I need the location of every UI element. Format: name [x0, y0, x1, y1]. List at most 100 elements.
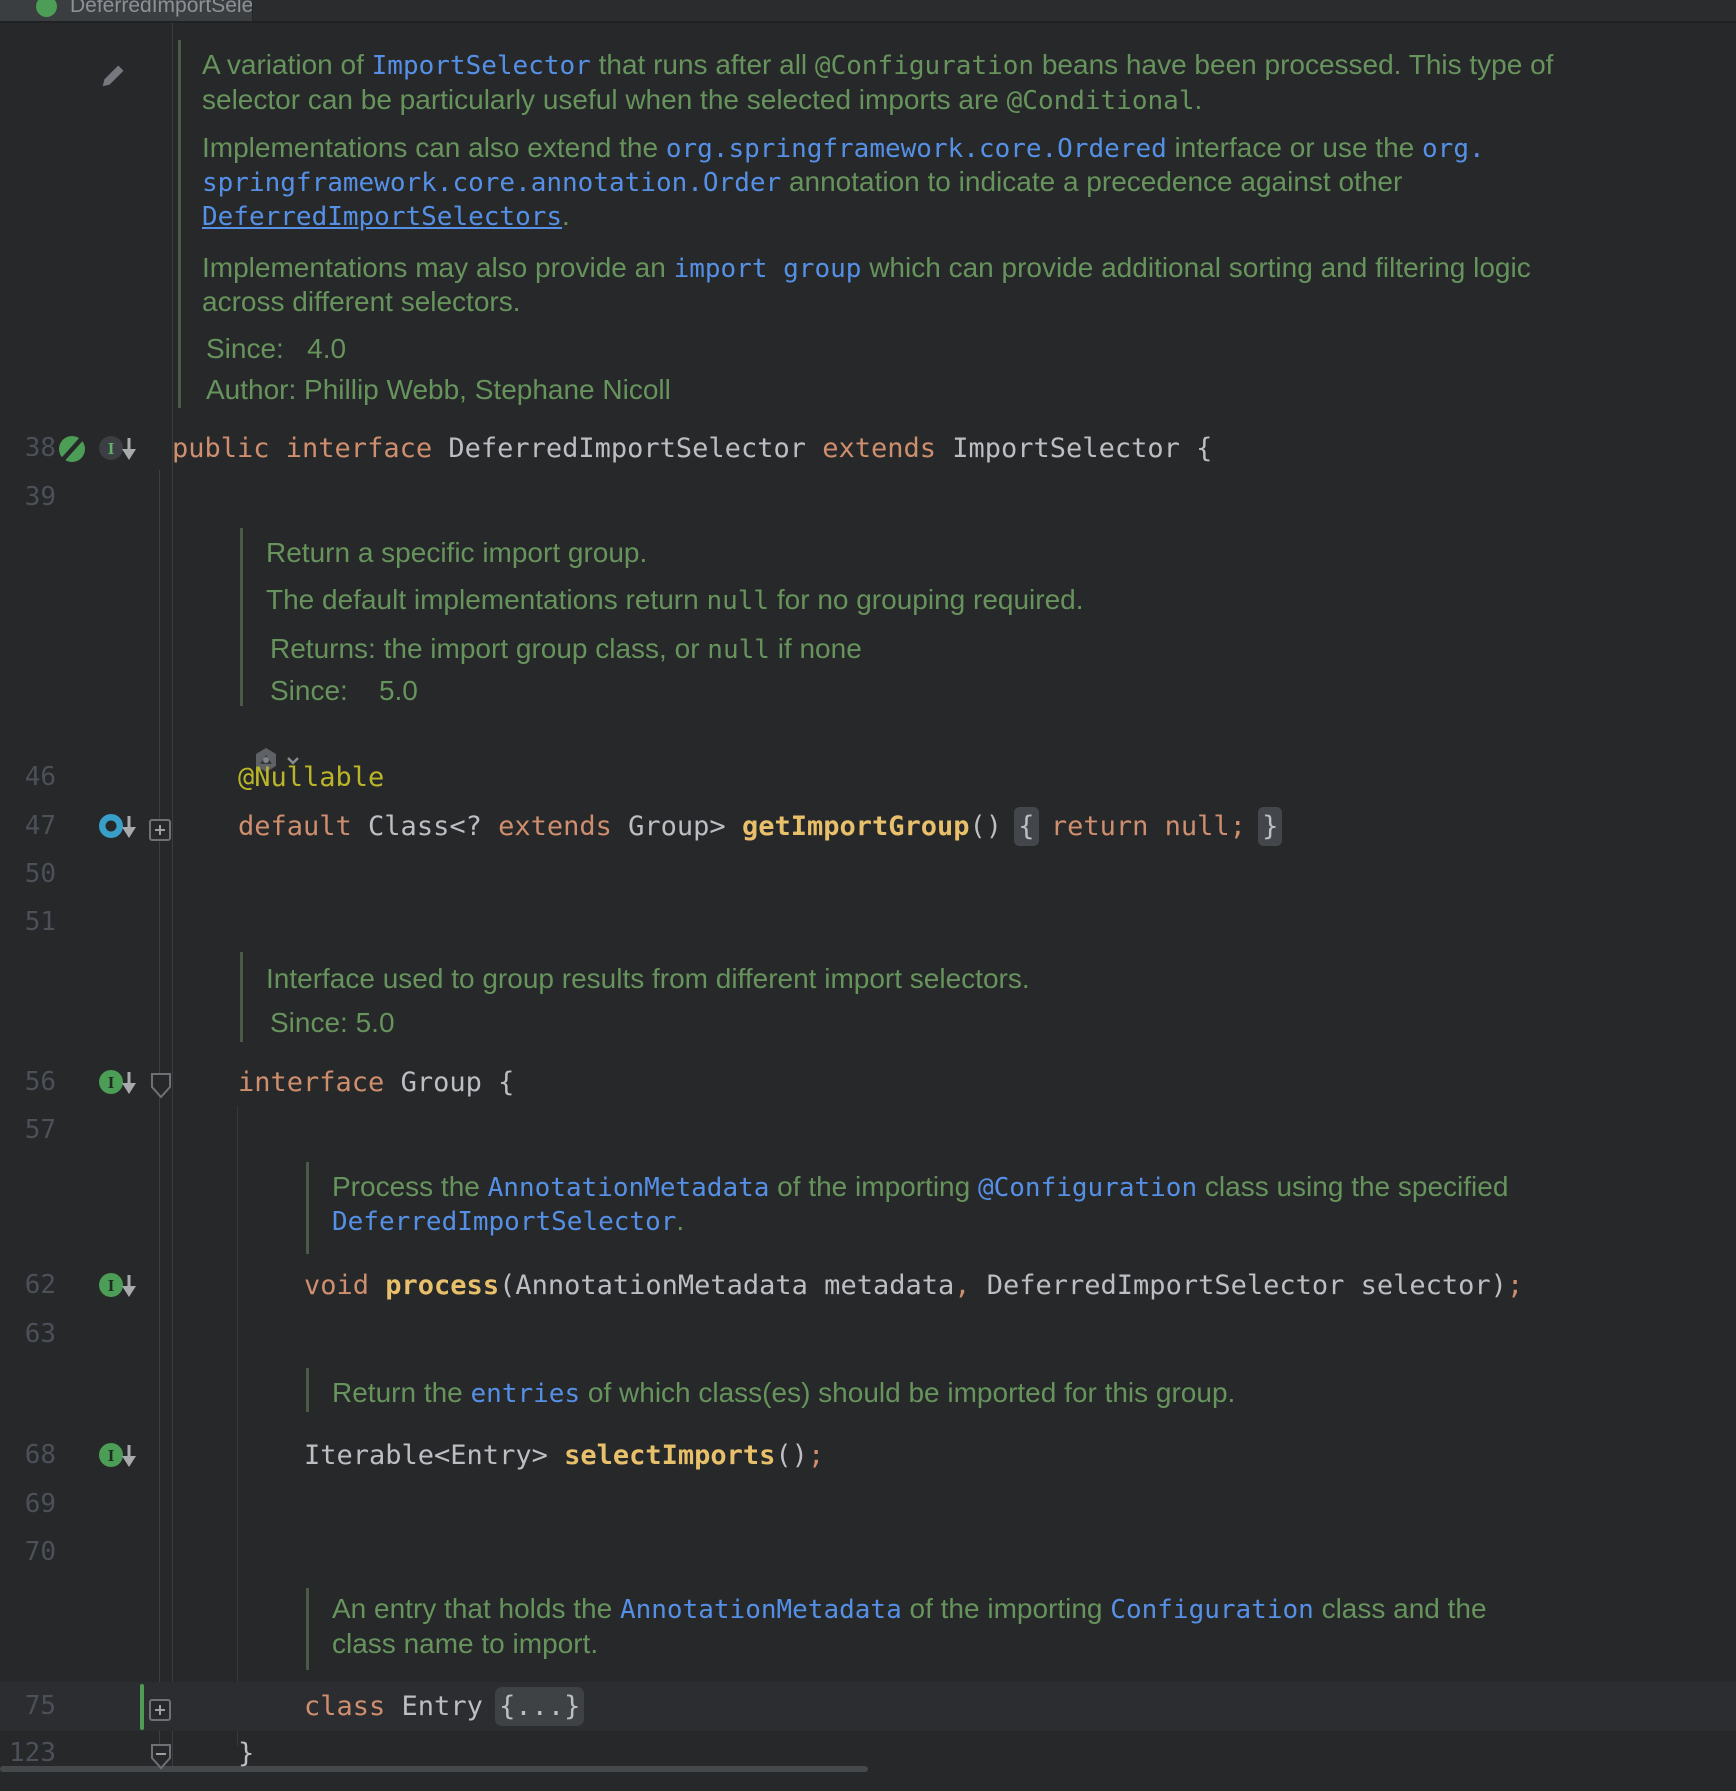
code-line-123[interactable]: 123}	[0, 1729, 1736, 1778]
line-number-70[interactable]: 70	[0, 1528, 56, 1577]
doc-text-run: of the importing	[902, 1593, 1111, 1624]
code-line-38[interactable]: 38Ipublic interface DeferredImportSelect…	[0, 424, 1736, 473]
shield-icon[interactable]	[148, 1071, 174, 1097]
svg-text:I: I	[108, 1446, 115, 1465]
javadoc-line: DeferredImportSelector.	[332, 1203, 684, 1238]
doc-text-run: Since: 4.0	[206, 333, 346, 364]
doc-text-run: org.springframework.core.Ordered	[666, 134, 1167, 164]
javadoc-line: Since: 4.0	[206, 331, 346, 366]
doc-text-run: Since: 5.0	[270, 1007, 395, 1038]
implementations-dark-icon[interactable]: I	[96, 432, 140, 466]
code-line-70[interactable]: 70	[0, 1528, 1736, 1577]
svg-text:I: I	[108, 1276, 115, 1295]
line-number-38[interactable]: 38	[0, 424, 56, 473]
code-line-39[interactable]: 39	[0, 473, 1736, 522]
line-number-46[interactable]: 46	[0, 753, 56, 802]
line-number-69[interactable]: 69	[0, 1480, 56, 1529]
line-number-39[interactable]: 39	[0, 473, 56, 522]
line-number-57[interactable]: 57	[0, 1106, 56, 1155]
javadoc-line: An entry that holds the AnnotationMetada…	[332, 1591, 1487, 1626]
implemented-teal-icon[interactable]	[96, 810, 140, 844]
token-m: selectImports	[564, 1440, 775, 1471]
code-line-75[interactable]: 75 class Entry {...}	[0, 1682, 1736, 1731]
javadoc-line: Process the AnnotationMetadata of the im…	[332, 1169, 1508, 1204]
implementations-green-icon[interactable]: I	[96, 1066, 140, 1100]
spring-leaf-icon[interactable]	[56, 432, 90, 466]
doc-text-run: if none	[770, 633, 862, 664]
token-id: Class<?	[368, 811, 498, 842]
doc-text-run: null	[707, 635, 770, 665]
code-text-75: class Entry {...}	[304, 1682, 580, 1731]
code-text-62: void process(AnnotationMetadata metadata…	[304, 1261, 1523, 1310]
javadoc-line: Returns: the import group class, or null…	[270, 631, 862, 666]
code-text-47: default Class<? extends Group> getImport…	[238, 802, 1278, 851]
token-kw: return null;	[1035, 811, 1246, 842]
doc-text-run: Interface used to group results from dif…	[266, 963, 1030, 994]
file-tab[interactable]: DeferredImportSelector.java	[0, 0, 253, 21]
token-kw: public interface	[172, 433, 448, 464]
line-number-50[interactable]: 50	[0, 850, 56, 899]
doc-text-run: class name to import.	[332, 1628, 598, 1659]
line-number-62[interactable]: 62	[0, 1261, 56, 1310]
plus-box-icon[interactable]	[147, 813, 173, 839]
javadoc-line: Implementations can also extend the org.…	[202, 130, 1485, 165]
doc-text-run: @Configuration	[978, 1173, 1197, 1203]
token-kw: class	[304, 1691, 402, 1722]
doc-text-run: @Conditional	[1007, 86, 1195, 116]
doc-text-run: Implementations can also extend the	[202, 132, 666, 163]
code-line-68[interactable]: 68IIterable<Entry> selectImports();	[0, 1431, 1736, 1480]
javadoc-line: Return a specific import group.	[266, 535, 647, 570]
doc-text-run: beans have been processed. This type of	[1034, 49, 1553, 80]
code-line-47[interactable]: 47 default Class<? extends Group> getImpo…	[0, 802, 1736, 851]
javadoc-line: across different selectors.	[202, 284, 521, 319]
javadoc-line: Since: 5.0	[270, 673, 418, 708]
token-id: ()	[775, 1440, 808, 1471]
doc-text-run: Author: Phillip Webb, Stephane Nicoll	[206, 374, 671, 405]
code-line-57[interactable]: 57	[0, 1106, 1736, 1155]
pencil-icon[interactable]	[98, 61, 128, 91]
line-number-47[interactable]: 47	[0, 802, 56, 851]
implementations-green-icon[interactable]: I	[96, 1439, 140, 1473]
shield-minus-icon[interactable]	[148, 1742, 174, 1768]
code-line-56[interactable]: 56 Iinterface Group {	[0, 1058, 1736, 1107]
token-id: Iterable<Entry>	[304, 1440, 564, 1471]
token-ann: @Nullable	[238, 762, 384, 793]
editor-tab-bar: DeferredImportSelector.java	[0, 0, 1736, 21]
doc-text-run: entries	[471, 1379, 581, 1409]
code-editor[interactable]: A variation of ImportSelector that runs …	[0, 23, 1736, 1772]
plus-box-icon[interactable]	[147, 1693, 173, 1719]
implementations-green-icon[interactable]: I	[96, 1269, 140, 1303]
code-line-50[interactable]: 50	[0, 850, 1736, 899]
line-number-68[interactable]: 68	[0, 1431, 56, 1480]
code-text-56: interface Group {	[238, 1058, 514, 1107]
doc-text-run: for no grouping required.	[769, 584, 1083, 615]
code-line-62[interactable]: 62 Ivoid process(AnnotationMetadata metad…	[0, 1261, 1736, 1310]
code-line-46[interactable]: 46 @Nullable	[0, 753, 1736, 802]
line-number-123[interactable]: 123	[0, 1729, 56, 1778]
doc-text-run: DeferredImportSelector	[332, 1207, 676, 1237]
javadoc-line: Since: 5.0	[270, 1005, 395, 1040]
doc-text-run: The default implementations return	[266, 584, 706, 615]
doc-text-run: A variation of	[202, 49, 372, 80]
token-kw: default	[238, 811, 368, 842]
doc-text-run: ImportSelector	[372, 51, 591, 81]
doc-link[interactable]: DeferredImportSelectors	[202, 202, 562, 232]
token-id: DeferredImportSelector selector)	[971, 1270, 1507, 1301]
token-hl: }	[1262, 811, 1278, 842]
javadoc-line: Return the entries of which class(es) sh…	[332, 1375, 1235, 1410]
code-line-51[interactable]: 51	[0, 898, 1736, 947]
doc-text-run: .	[1194, 84, 1202, 115]
svg-text:I: I	[108, 1073, 115, 1092]
doc-text-run: selector can be particularly useful when…	[202, 84, 1007, 115]
code-line-63[interactable]: 63	[0, 1310, 1736, 1359]
line-number-75[interactable]: 75	[0, 1682, 56, 1731]
file-tab-label: DeferredImportSelector.java	[70, 0, 253, 18]
doc-text-run: Configuration	[1110, 1595, 1314, 1625]
doc-text-run: Process the	[332, 1171, 488, 1202]
code-line-69[interactable]: 69	[0, 1480, 1736, 1529]
line-number-63[interactable]: 63	[0, 1310, 56, 1359]
javadoc-bar-select-imports-javadoc	[306, 1368, 309, 1412]
line-number-56[interactable]: 56	[0, 1058, 56, 1107]
line-number-51[interactable]: 51	[0, 898, 56, 947]
doc-text-run: .	[562, 200, 570, 231]
